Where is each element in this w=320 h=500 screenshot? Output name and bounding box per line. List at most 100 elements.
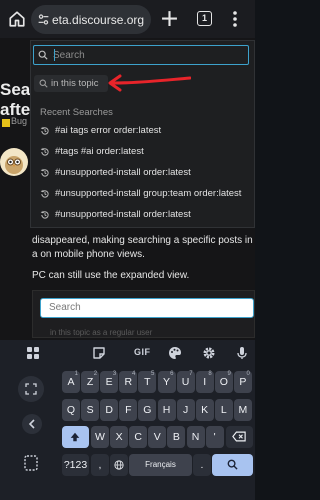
move-cursor-left-button[interactable] <box>22 414 42 434</box>
key-t[interactable]: T5 <box>138 371 157 393</box>
key-hint: 0 <box>246 371 250 377</box>
gear-icon[interactable] <box>202 346 216 360</box>
key-apostrophe[interactable]: ' <box>205 426 224 448</box>
key-hint: 3 <box>112 371 117 377</box>
key-e[interactable]: E3 <box>100 371 119 393</box>
recent-searches-heading: Recent Searches <box>40 107 113 118</box>
overflow-menu-icon[interactable] <box>232 10 238 28</box>
recent-search-item[interactable]: #unsupported-install group:team order:la… <box>31 184 255 205</box>
search-key[interactable] <box>212 454 253 476</box>
key-label: ?123 <box>63 459 88 471</box>
history-icon <box>40 168 49 177</box>
key-label: B <box>172 431 180 443</box>
recent-search-item[interactable]: #ai tags error order:latest <box>31 121 255 142</box>
recent-search-item[interactable]: #tags #ai order:latest <box>31 142 255 163</box>
key-z[interactable]: Z2 <box>81 371 100 393</box>
key-label: N <box>191 431 200 443</box>
key-label: C <box>134 431 142 443</box>
home-icon[interactable] <box>8 10 26 28</box>
key-label: L <box>220 404 227 416</box>
key-g[interactable]: G <box>138 399 157 421</box>
key-d[interactable]: D <box>100 399 119 421</box>
recent-search-item[interactable]: #unsupported-install order:latest <box>31 163 255 184</box>
recent-search-text: #unsupported-install order:latest <box>55 209 191 220</box>
key-h[interactable]: H <box>157 399 176 421</box>
text-caret <box>54 49 55 61</box>
key-a[interactable]: A1 <box>62 371 80 393</box>
key-c[interactable]: C <box>129 426 148 448</box>
key-r[interactable]: R4 <box>119 371 138 393</box>
site-settings-icon[interactable] <box>37 13 50 26</box>
shift-key[interactable] <box>62 426 89 448</box>
key-u[interactable]: U7 <box>176 371 195 393</box>
mic-icon[interactable] <box>235 346 249 360</box>
key-k[interactable]: K <box>195 399 214 421</box>
space-key[interactable]: Français <box>129 454 192 476</box>
recent-search-text: #tags #ai order:latest <box>55 146 144 157</box>
key-label: G <box>143 404 152 416</box>
sticker-icon[interactable] <box>92 346 106 360</box>
key-y[interactable]: Y6 <box>157 371 176 393</box>
period-key[interactable]: . <box>193 454 211 476</box>
new-tab-icon[interactable] <box>161 10 178 27</box>
floating-keyboard-icon <box>24 455 38 471</box>
key-label: X <box>115 431 123 443</box>
category-badge[interactable]: Bug <box>11 116 27 126</box>
palette-icon[interactable] <box>168 346 182 360</box>
key-i[interactable]: I8 <box>195 371 214 393</box>
backspace-key[interactable] <box>226 426 253 448</box>
key-hint: 1 <box>74 371 78 377</box>
key-l[interactable]: L <box>214 399 233 421</box>
key-v[interactable]: V <box>148 426 167 448</box>
search-dropdown: in this topic Recent Searches #ai tags e… <box>30 40 255 228</box>
key-label: Z <box>86 376 94 388</box>
key-label: M <box>238 404 248 416</box>
tab-count-button[interactable]: 1 <box>197 11 212 26</box>
recent-search-item[interactable]: #unsupported-install order:latest <box>31 205 255 226</box>
expand-icon <box>25 383 37 395</box>
gif-button[interactable]: GIF <box>134 347 151 357</box>
post-body: disappeared, making searching a specific… <box>32 235 253 260</box>
search-scope-in-topic[interactable]: in this topic <box>34 75 108 92</box>
key-j[interactable]: J <box>176 399 195 421</box>
grid-icon[interactable] <box>26 346 40 360</box>
search-field[interactable] <box>33 45 249 65</box>
key-p[interactable]: P0 <box>233 371 252 393</box>
key-o[interactable]: O9 <box>214 371 233 393</box>
embedded-faint-text: in this topic as a regular user <box>50 328 153 337</box>
key-hint: 5 <box>151 371 155 377</box>
floating-keyboard-button[interactable] <box>20 452 42 474</box>
key-hint: 9 <box>227 371 231 377</box>
key-n[interactable]: N <box>186 426 205 448</box>
resize-keyboard-button[interactable] <box>18 376 44 402</box>
url-text: eta.discourse.org <box>52 13 145 27</box>
key-s[interactable]: S <box>81 399 100 421</box>
key-label: Français <box>145 460 176 469</box>
red-arrow-annotation <box>108 74 191 92</box>
key-label: R <box>124 376 133 388</box>
key-b[interactable]: B <box>167 426 186 448</box>
search-input[interactable] <box>53 48 243 62</box>
comma-key[interactable]: , <box>91 454 109 476</box>
key-f[interactable]: F <box>119 399 138 421</box>
owl-avatar-icon <box>5 156 23 174</box>
address-bar[interactable]: eta.discourse.org <box>31 5 151 34</box>
key-label: . <box>200 459 204 471</box>
history-icon <box>40 189 49 198</box>
language-key[interactable] <box>110 454 128 476</box>
recent-search-text: #unsupported-install group:team order:la… <box>55 188 242 199</box>
key-label: Q <box>66 404 76 416</box>
post-body-line: PC can still use the expanded view. <box>32 270 190 281</box>
scope-chip-label: in this topic <box>51 78 99 89</box>
topic-title: Sear afte <box>0 80 32 120</box>
key-hint: 6 <box>170 371 174 377</box>
key-q[interactable]: Q <box>62 399 80 421</box>
key-m[interactable]: M <box>233 399 252 421</box>
key-w[interactable]: W <box>91 426 109 448</box>
avatar[interactable] <box>0 148 28 176</box>
symbols-key[interactable]: ?123 <box>62 454 89 476</box>
history-icon <box>40 147 49 156</box>
key-x[interactable]: X <box>110 426 129 448</box>
soft-keyboard: GIF A1Z2E3R4T5Y6U7I8O9P0 QSDFGHJKLM WXCVBN… <box>0 340 255 500</box>
keyboard-toolbar: GIF <box>0 342 255 364</box>
